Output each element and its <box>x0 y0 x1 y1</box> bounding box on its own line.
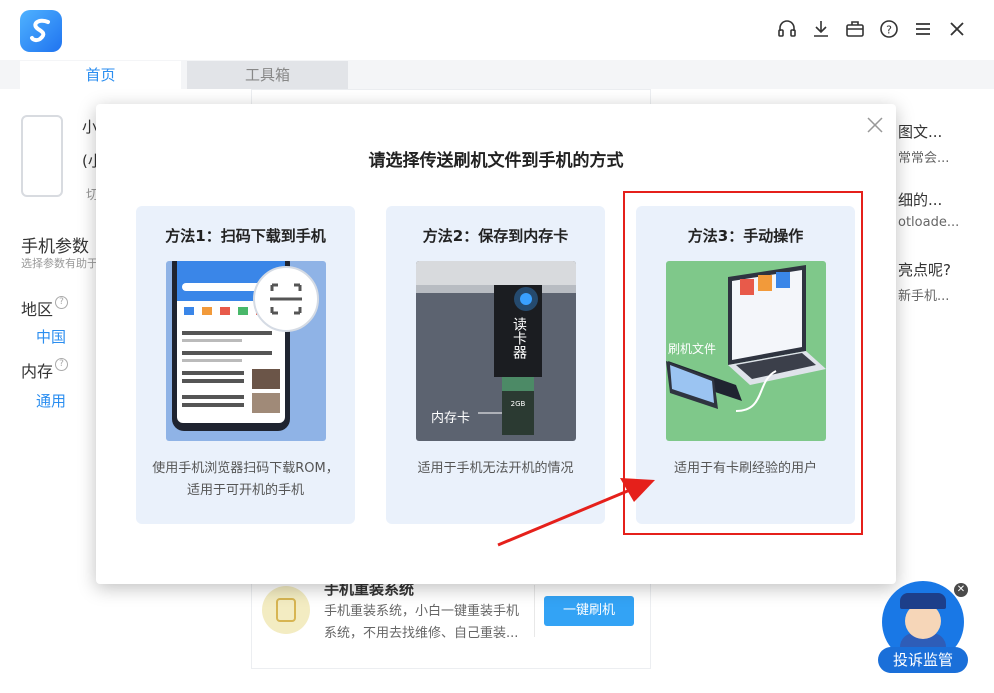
svg-text:?: ? <box>886 24 892 37</box>
headset-icon[interactable] <box>776 18 798 40</box>
divider <box>534 585 535 637</box>
option-desc-line: 适用于手机无法开机的情况 <box>417 461 574 476</box>
briefcase-icon[interactable] <box>844 18 866 40</box>
option-desc: 使用手机浏览器扫码下载ROM， 适用于可开机的手机 <box>136 458 355 502</box>
download-icon[interactable] <box>810 18 832 40</box>
svg-text:2GB: 2GB <box>511 400 526 408</box>
dialog-close-icon[interactable] <box>866 116 884 134</box>
right-item-sub: otloade... <box>898 215 960 230</box>
region-help-icon[interactable]: ? <box>55 296 69 309</box>
memory-label-text: 内存 <box>21 362 54 381</box>
option-desc-line: 适用于可开机的手机 <box>186 483 304 498</box>
app-logo <box>20 10 62 52</box>
complaint-badge[interactable]: 投诉监管 <box>878 581 968 677</box>
main-tabs: 首页 工具箱 <box>20 61 348 89</box>
option-save-to-card[interactable]: 方法2：保存到内存卡 2GB 读卡器 内存卡 适用于手机无法开机的情况 <box>386 206 605 524</box>
flash-button[interactable]: 一键刷机 <box>544 596 634 626</box>
region-label: 地区? <box>21 296 69 320</box>
device-name: 小 <box>82 118 98 136</box>
card-label: 内存卡 <box>431 411 471 426</box>
option-desc-line: 使用手机浏览器扫码下载ROM， <box>152 461 339 476</box>
tab-home[interactable]: 首页 <box>20 61 181 89</box>
menu-icon[interactable] <box>912 18 934 40</box>
memory-label: 内存? <box>21 358 69 382</box>
right-item-sub: 新手机... <box>898 289 950 304</box>
memory-help-icon[interactable]: ? <box>55 358 69 371</box>
phone-browser-illustration <box>166 261 326 441</box>
params-title: 手机参数 <box>21 237 89 257</box>
region-value[interactable]: 中国 <box>36 326 66 347</box>
params-subtitle: 选择参数有助于 <box>21 257 98 270</box>
option-title: 方法2：保存到内存卡 <box>422 227 569 245</box>
right-item-title[interactable]: 图文... <box>898 121 942 142</box>
help-icon[interactable]: ? <box>878 18 900 40</box>
tab-toolbox[interactable]: 工具箱 <box>187 61 348 89</box>
close-icon[interactable] <box>946 18 968 40</box>
right-item-title[interactable]: 细的... <box>898 189 942 210</box>
rescue-desc: 手机重装系统，小白一键重装手机系统，不用去找维修、自己重装... <box>324 604 520 641</box>
right-item-sub: 常常会... <box>898 151 950 166</box>
option-qr-download[interactable]: 方法1：扫码下载到手机 使用手机浏览器扫码下载ROM， 适用于可开机的手机 <box>136 206 355 524</box>
phone-image <box>21 115 63 197</box>
title-bar: ? <box>0 0 994 60</box>
highlight-box <box>623 191 863 535</box>
region-label-text: 地区 <box>21 300 54 319</box>
complaint-close-icon[interactable]: ✕ <box>954 583 968 597</box>
rescue-icon <box>262 586 310 634</box>
reader-label: 读卡器 <box>511 317 527 359</box>
option-desc: 适用于手机无法开机的情况 <box>386 458 605 480</box>
card-reader-illustration: 2GB 读卡器 内存卡 <box>416 261 576 441</box>
badge-cap <box>900 593 946 609</box>
right-item-title[interactable]: 亮点呢? <box>898 259 951 280</box>
memory-value[interactable]: 通用 <box>36 390 66 411</box>
dialog-title: 请选择传送刷机文件到手机的方式 <box>368 151 624 171</box>
complaint-label: 投诉监管 <box>878 647 968 673</box>
option-title: 方法1：扫码下载到手机 <box>165 227 326 245</box>
